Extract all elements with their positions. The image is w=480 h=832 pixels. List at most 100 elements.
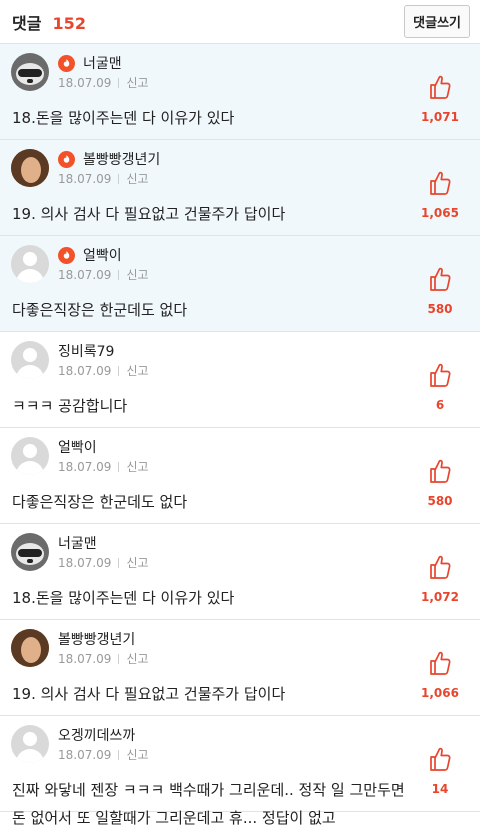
comments-title-group: 댓글 152 — [12, 10, 86, 34]
write-comment-button[interactable]: 댓글쓰기 — [404, 5, 470, 38]
comment-date: 18.07.09 — [58, 75, 112, 90]
comment-item: 볼빵빵갱년기 18.07.09 신고 19. 의사 검사 다 필요없고 건물주가… — [0, 140, 480, 236]
author-row: 너굴맨 — [58, 533, 97, 553]
report-link[interactable]: 신고 — [126, 362, 148, 379]
comment-text: 진짜 와닿네 젠장 ㅋㅋㅋ 백수때가 그리운데.. 정작 일 그만두면 돈 없어… — [12, 781, 405, 827]
meta-divider — [118, 173, 120, 184]
avatar[interactable] — [11, 53, 49, 91]
avatar[interactable] — [11, 437, 49, 475]
thumbs-up-icon — [428, 266, 452, 296]
avatar[interactable] — [11, 341, 49, 379]
report-link[interactable]: 신고 — [126, 650, 148, 667]
like-button[interactable]: 1,071 — [420, 74, 460, 124]
thumbs-up-icon — [428, 746, 452, 776]
comment-meta: 18.07.09 신고 — [58, 746, 149, 763]
like-count: 580 — [427, 302, 453, 316]
thumbs-up-icon — [428, 362, 452, 392]
meta-divider — [118, 77, 120, 88]
like-count: 1,071 — [421, 110, 459, 124]
author-name[interactable]: 너굴맨 — [83, 53, 122, 73]
like-count: 1,066 — [421, 686, 459, 700]
best-comment-icon — [58, 150, 75, 168]
meta-divider — [118, 461, 120, 472]
author-row: 볼빵빵갱년기 — [58, 149, 160, 169]
comment-meta: 18.07.09 신고 — [58, 362, 149, 379]
thumbs-up-icon — [428, 650, 452, 680]
best-comment-icon — [58, 54, 75, 72]
comment-item: 너굴맨 18.07.09 신고 18.돈을 많이주는덴 다 이유가 있다 1,0… — [0, 524, 480, 620]
thumbs-up-icon — [428, 554, 452, 584]
avatar[interactable] — [11, 149, 49, 187]
comment-item: 오겡끼데쓰까 18.07.09 신고 진짜 와닿네 젠장 ㅋㅋㅋ 백수때가 그리… — [0, 716, 480, 827]
like-count: 1,072 — [421, 590, 459, 604]
comments-count: 152 — [52, 13, 86, 33]
report-link[interactable]: 신고 — [126, 554, 148, 571]
comment-text: 18.돈을 많이주는덴 다 이유가 있다 — [12, 589, 235, 607]
comment-item: 얼빡이 18.07.09 신고 다좋은직장은 한군데도 없다 580 — [0, 236, 480, 332]
meta-divider — [118, 269, 120, 280]
comment-text: 다좋은직장은 한군데도 없다 — [12, 493, 188, 511]
comment-item: 징비록79 18.07.09 신고 ㅋㅋㅋ 공감합니다 6 — [0, 332, 480, 428]
comment-date: 18.07.09 — [58, 363, 112, 378]
comment-item: 볼빵빵갱년기 18.07.09 신고 19. 의사 검사 다 필요없고 건물주가… — [0, 620, 480, 716]
author-name[interactable]: 오겡끼데쓰까 — [58, 725, 135, 745]
comment-date: 18.07.09 — [58, 651, 112, 666]
author-row: 징비록79 — [58, 341, 114, 361]
comment-item: 얼빡이 18.07.09 신고 다좋은직장은 한군데도 없다 580 — [0, 428, 480, 524]
comment-date: 18.07.09 — [58, 459, 112, 474]
comment-text: 다좋은직장은 한군데도 없다 — [12, 301, 188, 319]
author-name[interactable]: 얼빡이 — [83, 245, 122, 265]
like-button[interactable]: 1,072 — [420, 554, 460, 604]
avatar[interactable] — [11, 629, 49, 667]
avatar[interactable] — [11, 245, 49, 283]
like-count: 580 — [427, 494, 453, 508]
like-count: 14 — [431, 782, 449, 796]
report-link[interactable]: 신고 — [126, 746, 148, 763]
comment-meta: 18.07.09 신고 — [58, 554, 149, 571]
comment-text: 19. 의사 검사 다 필요없고 건물주가 답이다 — [12, 685, 286, 703]
comment-text: 19. 의사 검사 다 필요없고 건물주가 답이다 — [12, 205, 286, 223]
comment-text: 18.돈을 많이주는덴 다 이유가 있다 — [12, 109, 235, 127]
author-row: 오겡끼데쓰까 — [58, 725, 135, 745]
comments-title: 댓글 — [12, 13, 42, 33]
avatar[interactable] — [11, 533, 49, 571]
comment-text: ㅋㅋㅋ 공감합니다 — [12, 397, 128, 415]
author-name[interactable]: 볼빵빵갱년기 — [58, 629, 135, 649]
author-name[interactable]: 너굴맨 — [58, 533, 97, 553]
like-button[interactable]: 580 — [420, 458, 460, 508]
like-button[interactable]: 6 — [420, 362, 460, 412]
comment-list: 너굴맨 18.07.09 신고 18.돈을 많이주는덴 다 이유가 있다 1,0… — [0, 44, 480, 827]
thumbs-up-icon — [428, 74, 452, 104]
best-comment-icon — [58, 246, 75, 264]
like-button[interactable]: 1,065 — [420, 170, 460, 220]
comment-date: 18.07.09 — [58, 747, 112, 762]
author-name[interactable]: 얼빡이 — [58, 437, 97, 457]
author-name[interactable]: 징비록79 — [58, 341, 114, 361]
comment-date: 18.07.09 — [58, 267, 112, 282]
thumbs-up-icon — [428, 458, 452, 488]
meta-divider — [118, 653, 120, 664]
report-link[interactable]: 신고 — [126, 170, 148, 187]
comment-date: 18.07.09 — [58, 171, 112, 186]
like-button[interactable]: 580 — [420, 266, 460, 316]
meta-divider — [118, 365, 120, 376]
author-row: 볼빵빵갱년기 — [58, 629, 135, 649]
meta-divider — [118, 557, 120, 568]
comment-meta: 18.07.09 신고 — [58, 458, 149, 475]
comments-header: 댓글 152 댓글쓰기 — [0, 0, 480, 44]
comment-meta: 18.07.09 신고 — [58, 170, 149, 187]
thumbs-up-icon — [428, 170, 452, 200]
report-link[interactable]: 신고 — [126, 458, 148, 475]
author-name[interactable]: 볼빵빵갱년기 — [83, 149, 160, 169]
comment-item: 너굴맨 18.07.09 신고 18.돈을 많이주는덴 다 이유가 있다 1,0… — [0, 44, 480, 140]
meta-divider — [118, 749, 120, 760]
avatar[interactable] — [11, 725, 49, 763]
report-link[interactable]: 신고 — [126, 266, 148, 283]
comment-date: 18.07.09 — [58, 555, 112, 570]
like-button[interactable]: 1,066 — [420, 650, 460, 700]
like-count: 1,065 — [421, 206, 459, 220]
like-button[interactable]: 14 — [420, 746, 460, 796]
comment-meta: 18.07.09 신고 — [58, 650, 149, 667]
like-count: 6 — [435, 398, 445, 412]
report-link[interactable]: 신고 — [126, 74, 148, 91]
